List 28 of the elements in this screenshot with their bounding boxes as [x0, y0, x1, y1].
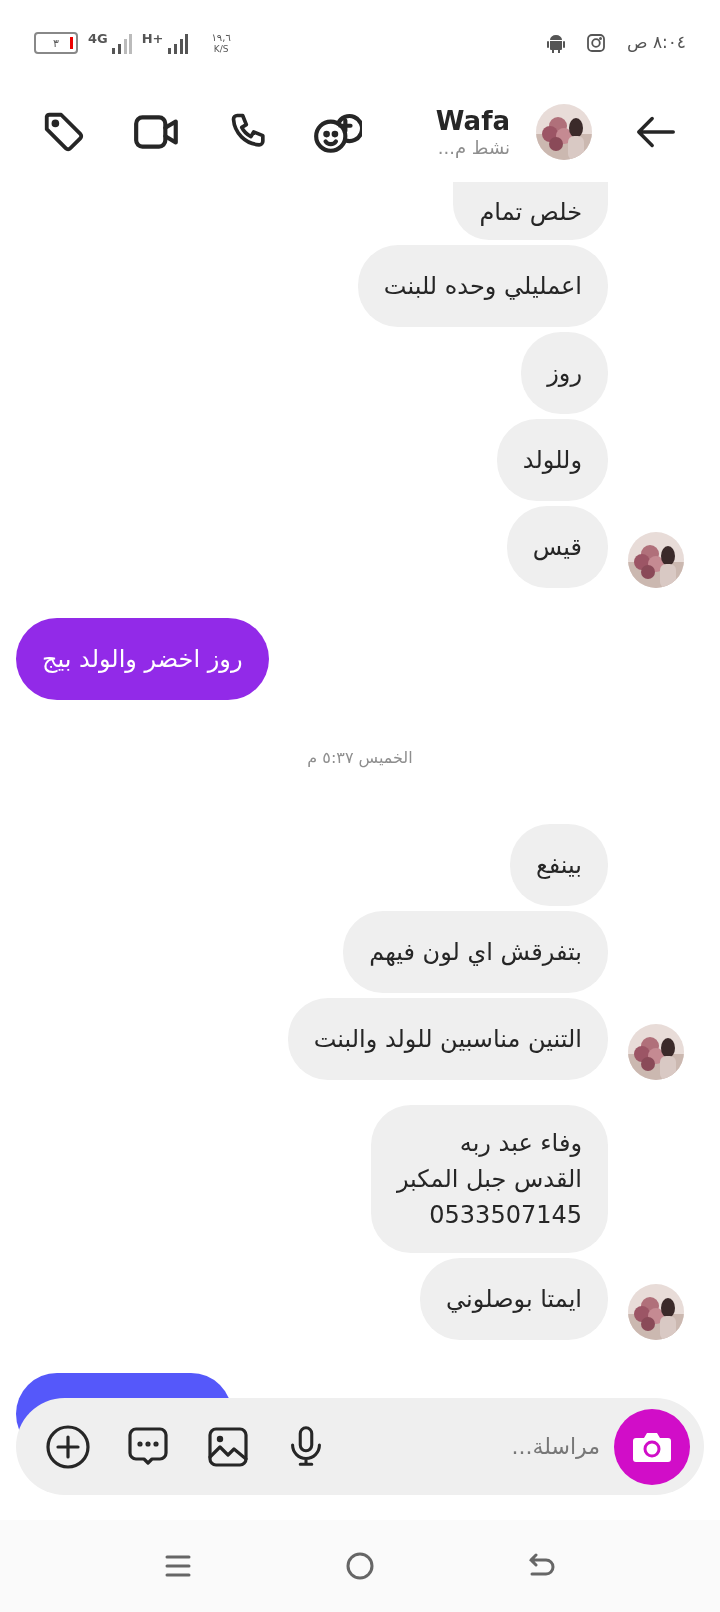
timestamp: الخميس ٥:٣٧ م: [307, 747, 413, 770]
instagram-icon: [586, 34, 605, 52]
active-status: نشط م...: [437, 137, 510, 160]
network-label: 4G: [88, 32, 108, 45]
add-icon[interactable]: [44, 1422, 92, 1471]
message-bubble: روز: [521, 332, 608, 414]
message-bubble: خلص تمام: [453, 182, 608, 240]
message-bubble: بتفرقش اي لون فيهم: [343, 911, 608, 993]
message-bubble: قيس: [506, 506, 608, 588]
android-icon: [546, 33, 565, 53]
message-input[interactable]: مراسلة...: [330, 1430, 614, 1463]
message-bubble: التنين مناسبين للولد والبنت: [287, 998, 608, 1080]
camera-button[interactable]: [614, 1408, 690, 1485]
network-speed: ١٩,٦: [211, 32, 231, 43]
message-bubble: اعمليلي وحده للبنت: [357, 245, 608, 327]
message-bubble: بينفع: [509, 824, 608, 906]
message-bubble: وفاء عبد ربه القدس جبل المكبر 0533507145: [370, 1105, 608, 1253]
home-icon[interactable]: [345, 1551, 375, 1581]
clock: ٨:٠٤ ص: [626, 31, 686, 55]
signal-icon: [109, 32, 132, 54]
battery-icon: ٣: [34, 32, 78, 54]
message-bubble: روز اخضر والولد بيج: [16, 618, 269, 700]
message-bubble: وللولد: [496, 419, 608, 501]
message-bubble: ايمتا بوصلوني: [420, 1258, 608, 1340]
contact-name: Wafa: [435, 104, 510, 137]
signal-icon: [165, 32, 188, 54]
network-label: H+: [141, 32, 164, 45]
speed-unit: K/S: [213, 44, 229, 54]
